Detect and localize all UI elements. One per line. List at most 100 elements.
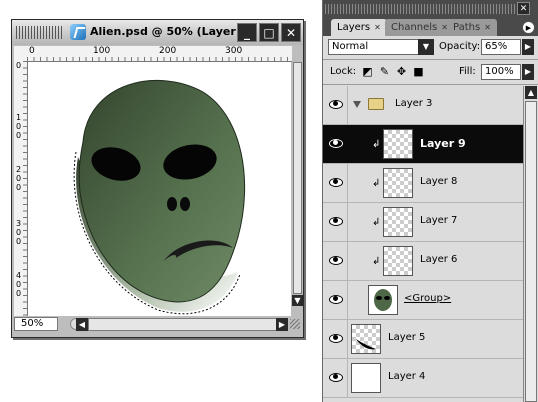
document-horizontal-scrollbar[interactable] <box>88 318 286 331</box>
visibility-eye-icon[interactable] <box>329 138 343 148</box>
blend-mode-select[interactable]: Normal ▼ <box>328 39 434 55</box>
layer-thumbnail <box>383 129 413 159</box>
panel-grip <box>325 4 515 14</box>
fill-label: Fill: <box>459 66 476 77</box>
visibility-eye-icon[interactable] <box>329 255 343 265</box>
tab-close-icon[interactable]: ✕ <box>374 19 381 36</box>
photoshop-file-icon <box>70 24 86 40</box>
minimize-button[interactable]: _ <box>237 23 257 42</box>
layer-row[interactable]: ↲ Layer 7 <box>323 203 523 242</box>
divider <box>323 84 538 85</box>
scroll-up-arrow[interactable]: ▲ <box>525 86 537 99</box>
folder-icon <box>368 98 384 110</box>
document-canvas[interactable] <box>28 62 291 316</box>
vertical-ruler[interactable]: 0 100 200 300 400 <box>14 61 28 316</box>
scroll-down-arrow[interactable]: ▼ <box>292 295 303 306</box>
lock-move-icon[interactable]: ✥ <box>395 65 408 78</box>
layers-panel[interactable]: ✕ Layers ✕ Channels ✕ Paths ✕ ▶ Normal ▼ Op… <box>322 0 538 402</box>
layer-list[interactable]: Layer 3 ↲ Layer 9 ↲ Layer 8 ↲ Layer 7 ↲ … <box>323 86 523 402</box>
layer-row-selected[interactable]: ↲ Layer 9 <box>323 125 523 164</box>
link-gutter <box>347 320 348 359</box>
tab-paths[interactable]: Paths ✕ <box>447 19 497 36</box>
clipping-arrow-icon: ↲ <box>372 217 381 228</box>
tab-label: Paths <box>453 22 481 33</box>
tab-close-icon[interactable]: ✕ <box>484 19 491 36</box>
lock-label: Lock: <box>330 66 357 77</box>
horizontal-ruler[interactable]: 0 100 200 300 <box>27 46 292 62</box>
layer-thumbnail <box>351 324 381 354</box>
tab-layers[interactable]: Layers ✕ <box>331 19 387 36</box>
layer-row[interactable]: ↲ Layer 6 <box>323 242 523 281</box>
document-title: Alien.psd @ 50% (Layer ... <box>90 25 253 38</box>
opacity-input[interactable]: 65% <box>481 39 521 55</box>
scroll-right-arrow[interactable]: ▶ <box>276 318 288 331</box>
scroll-thumb[interactable] <box>293 62 302 294</box>
ruler-label: 300 <box>16 219 22 246</box>
ruler-label: 400 <box>16 271 22 298</box>
layer-name: Layer 9 <box>420 137 466 150</box>
tab-channels[interactable]: Channels ✕ <box>385 19 454 36</box>
zoom-field[interactable]: 50% <box>14 317 58 331</box>
ruler-label: 0 <box>16 61 22 70</box>
visibility-eye-icon[interactable] <box>329 294 343 304</box>
visibility-eye-icon[interactable] <box>329 216 343 226</box>
link-gutter <box>347 203 348 242</box>
panel-tab-bar: ✕ Layers ✕ Channels ✕ Paths ✕ ▶ <box>323 0 538 36</box>
ruler-label: 200 <box>159 46 177 56</box>
divider <box>323 59 538 60</box>
expand-triangle-icon[interactable] <box>353 101 361 108</box>
layer-row-group[interactable]: Layer 3 <box>323 86 523 125</box>
title-grip <box>16 26 64 39</box>
document-window[interactable]: Alien.psd @ 50% (Layer ... _ □ ✕ 0 100 2… <box>11 19 304 338</box>
alien-thumb-icon <box>374 289 392 311</box>
layers-vertical-scrollbar[interactable]: ▲ <box>523 86 538 402</box>
lock-brush-icon[interactable]: ✎ <box>378 65 391 78</box>
scroll-thumb[interactable] <box>525 101 537 402</box>
lock-transparent-icon[interactable]: ◩ <box>361 65 374 78</box>
clipping-arrow-icon: ↲ <box>372 256 381 267</box>
layer-name: Layer 5 <box>388 332 426 343</box>
shape-thumb-icon <box>356 339 376 350</box>
ruler-label: 100 <box>16 113 22 140</box>
visibility-eye-icon[interactable] <box>329 372 343 382</box>
clipping-arrow-icon: ↲ <box>372 139 381 150</box>
layer-name: Layer 4 <box>388 371 426 382</box>
link-gutter <box>347 164 348 203</box>
opacity-slider-arrow[interactable]: ▶ <box>522 39 534 55</box>
opacity-label: Opacity: <box>439 41 481 52</box>
layer-row-smart-object[interactable]: <Group> <box>323 281 523 320</box>
panel-close-button[interactable]: ✕ <box>517 2 530 15</box>
visibility-eye-icon[interactable] <box>329 177 343 187</box>
link-gutter <box>347 359 348 398</box>
document-title-bar[interactable]: Alien.psd @ 50% (Layer ... _ □ ✕ <box>12 20 303 45</box>
blend-mode-value: Normal <box>332 41 369 52</box>
fill-input[interactable]: 100% <box>481 64 521 80</box>
tab-label: Layers <box>337 22 371 33</box>
link-gutter <box>347 242 348 281</box>
layer-name: Layer 3 <box>395 98 433 109</box>
visibility-eye-icon[interactable] <box>329 333 343 343</box>
layer-row[interactable]: ↲ Layer 8 <box>323 164 523 203</box>
ruler-label: 200 <box>16 165 22 192</box>
clipping-arrow-icon: ↲ <box>372 178 381 189</box>
layer-name: Layer 8 <box>420 176 458 187</box>
link-gutter <box>347 281 348 320</box>
layer-name: Layer 6 <box>420 254 458 265</box>
ruler-label: 0 <box>29 46 35 56</box>
resize-grip-icon[interactable] <box>290 319 300 329</box>
alien-artwork <box>73 79 246 315</box>
scroll-left-arrow[interactable]: ◀ <box>76 318 88 331</box>
lock-all-icon[interactable]: ■ <box>412 65 425 78</box>
document-vertical-scrollbar[interactable]: ▼ <box>292 46 303 316</box>
chevron-down-icon[interactable]: ▼ <box>418 39 434 55</box>
tab-label: Channels <box>391 22 438 33</box>
visibility-eye-icon[interactable] <box>329 99 343 109</box>
maximize-button[interactable]: □ <box>259 23 279 42</box>
layer-row[interactable]: Layer 5 <box>323 320 523 359</box>
panel-menu-icon[interactable]: ▶ <box>522 21 535 34</box>
ruler-origin[interactable] <box>14 46 28 62</box>
layer-thumbnail <box>383 168 413 198</box>
close-button[interactable]: ✕ <box>281 23 301 42</box>
layer-row[interactable]: Layer 4 <box>323 359 523 398</box>
fill-slider-arrow[interactable]: ▶ <box>522 64 534 80</box>
